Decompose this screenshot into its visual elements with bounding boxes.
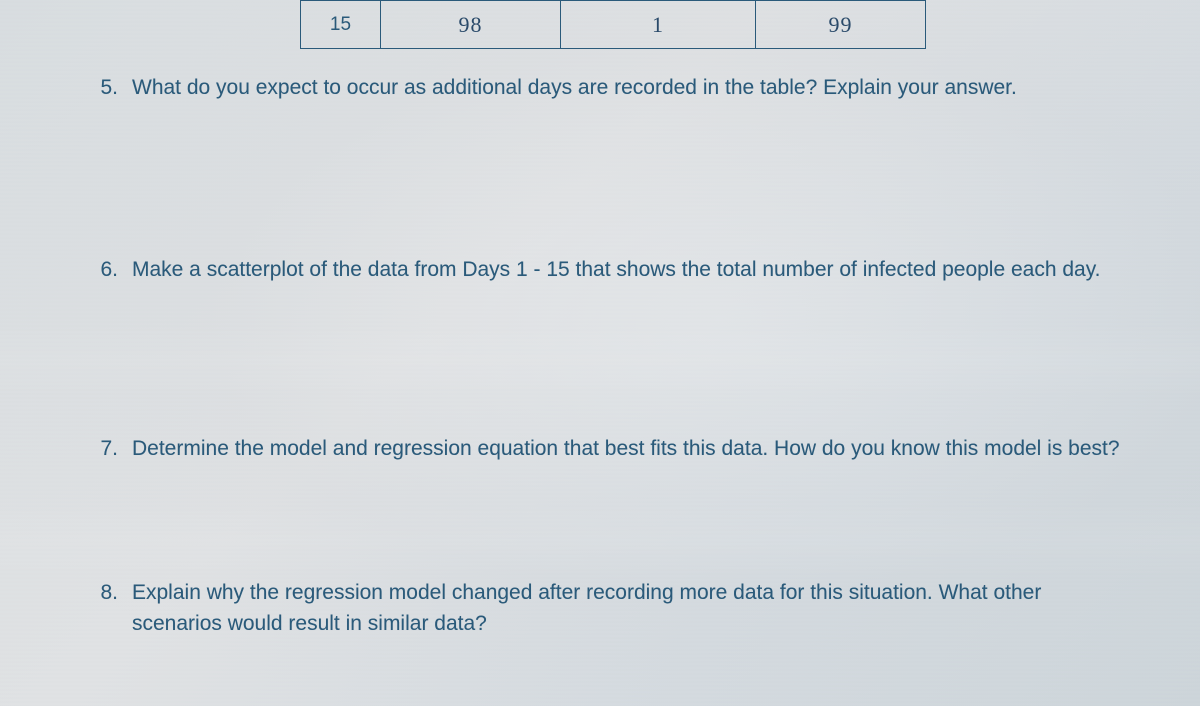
data-table: 15 98 1 99 <box>300 0 1130 49</box>
question-number: 6. <box>90 255 118 285</box>
question-5: 5. What do you expect to occur as additi… <box>90 73 1130 103</box>
handwritten-value: 1 <box>652 12 664 37</box>
handwritten-value: 99 <box>829 12 853 37</box>
table-row: 15 98 1 99 <box>301 1 926 49</box>
question-text: What do you expect to occur as additiona… <box>132 73 1130 103</box>
question-text: Make a scatterplot of the data from Days… <box>132 255 1130 285</box>
handwritten-value: 98 <box>459 12 483 37</box>
cell-day: 15 <box>301 1 381 49</box>
cell-col2: 98 <box>381 1 561 49</box>
question-number: 7. <box>90 434 118 464</box>
question-6: 6. Make a scatterplot of the data from D… <box>90 255 1130 285</box>
question-7: 7. Determine the model and regression eq… <box>90 434 1130 464</box>
question-number: 8. <box>90 578 118 639</box>
cell-col4: 99 <box>756 1 926 49</box>
cell-col3: 1 <box>561 1 756 49</box>
question-text: Explain why the regression model changed… <box>132 578 1130 639</box>
question-text: Determine the model and regression equat… <box>132 434 1130 464</box>
question-number: 5. <box>90 73 118 103</box>
question-8: 8. Explain why the regression model chan… <box>90 578 1130 639</box>
